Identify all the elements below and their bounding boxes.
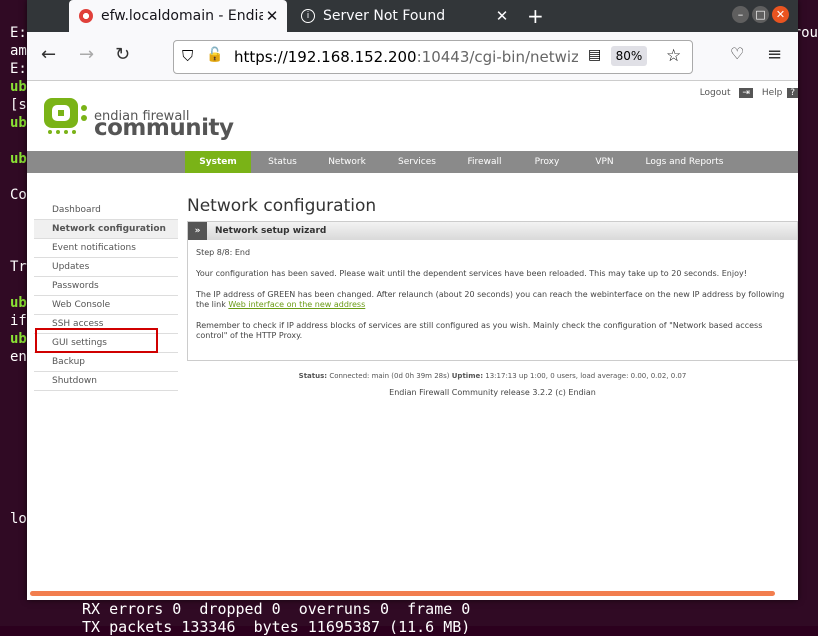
terminal-line: ub xyxy=(10,331,27,347)
sidebar-item-backup[interactable]: Backup xyxy=(34,353,178,372)
tab-endian[interactable]: efw.localdomain - Endian ✕ xyxy=(69,0,287,32)
new-address-link[interactable]: Web interface on the new address xyxy=(228,300,365,309)
terminal-line: TX packets 133346 bytes 11695387 (11.6 M… xyxy=(82,618,471,636)
sidebar: Dashboard Network configuration Event no… xyxy=(34,201,178,391)
menu-logs-and-reports[interactable]: Logs and Reports xyxy=(637,151,732,173)
status-line: Status: Connected: main (0d 0h 39m 28s) … xyxy=(298,372,687,380)
sidebar-item-shutdown[interactable]: Shutdown xyxy=(34,372,178,391)
terminal-line: E: xyxy=(10,61,27,77)
maximize-icon[interactable]: □ xyxy=(752,6,769,23)
sidebar-item-web-console[interactable]: Web Console xyxy=(34,296,178,315)
new-tab-icon[interactable]: + xyxy=(527,4,544,28)
pocket-icon[interactable]: ♡ xyxy=(730,44,744,63)
logout-icon[interactable]: ⇥ xyxy=(739,88,753,98)
tab-title: efw.localdomain - Endian xyxy=(101,8,263,24)
page-title: Network configuration xyxy=(187,196,377,216)
terminal-line: Tr xyxy=(10,259,27,275)
top-links: Logout ⇥ Help ? xyxy=(694,88,798,98)
web-page: endian firewall community Logout ⇥ Help … xyxy=(27,81,798,600)
main-content: Network configuration » Network setup wiz… xyxy=(187,196,798,397)
logo-text-line2: community xyxy=(94,115,234,141)
release-info: Endian Firewall Community release 3.2.2 … xyxy=(389,388,596,397)
sidebar-item-event-notifications[interactable]: Event notifications xyxy=(34,239,178,258)
minimize-icon[interactable]: – xyxy=(732,6,749,23)
terminal-line: am xyxy=(10,43,27,59)
menu-system[interactable]: System xyxy=(185,151,251,173)
sidebar-item-network-configuration[interactable]: Network configuration xyxy=(34,220,178,239)
menu-services[interactable]: Services xyxy=(387,151,447,173)
help-link[interactable]: Help xyxy=(762,88,783,98)
horizontal-scrollbar[interactable] xyxy=(30,591,775,596)
terminal-line: ub xyxy=(10,79,27,95)
reload-icon[interactable]: ↻ xyxy=(115,44,130,65)
double-chevron-right-icon: » xyxy=(188,222,207,240)
terminal-line: en xyxy=(10,349,27,365)
menu-proxy[interactable]: Proxy xyxy=(522,151,572,173)
url-path: :10443/cgi-bin/netwizard xyxy=(416,48,578,66)
zoom-level[interactable]: 80% xyxy=(611,46,647,66)
sidebar-item-dashboard[interactable]: Dashboard xyxy=(34,201,178,220)
browser-window: efw.localdomain - Endian ✕ i Server Not … xyxy=(27,0,798,600)
url-text[interactable]: https://192.168.152.200:10443/cgi-bin/ne… xyxy=(234,48,578,66)
url-bar[interactable]: ⛉ 🔓 https://192.168.152.200:10443/cgi-bi… xyxy=(173,40,693,74)
menu-firewall[interactable]: Firewall xyxy=(457,151,512,173)
back-icon[interactable]: ← xyxy=(41,44,56,65)
terminal-line: ub xyxy=(10,151,27,167)
wizard-header: » Network setup wizard xyxy=(188,222,797,240)
shield-icon[interactable]: ⛉ xyxy=(182,47,193,65)
menu-vpn[interactable]: VPN xyxy=(582,151,627,173)
terminal-line: ub xyxy=(10,115,27,131)
wizard-message-ip: The IP address of GREEN has been changed… xyxy=(196,290,785,309)
wizard-title: Network setup wizard xyxy=(215,226,327,236)
tab-bar: efw.localdomain - Endian ✕ i Server Not … xyxy=(27,0,798,32)
wizard-panel: » Network setup wizard Step 8/8: End Your… xyxy=(187,221,798,361)
terminal-line: if xyxy=(10,313,27,329)
bookmark-star-icon[interactable]: ☆ xyxy=(666,46,681,66)
help-icon[interactable]: ? xyxy=(787,88,798,98)
sidebar-item-updates[interactable]: Updates xyxy=(34,258,178,277)
reader-view-icon[interactable]: ▤ xyxy=(588,47,601,63)
terminal-line: [s xyxy=(10,97,27,113)
menu-status[interactable]: Status xyxy=(255,151,310,173)
lock-warning-icon[interactable]: 🔓 xyxy=(206,47,223,63)
gui-settings-highlight-box xyxy=(35,328,158,353)
nav-bar: ← → ↻ ⛉ 🔓 https://192.168.152.200:10443/… xyxy=(27,32,798,81)
menu-network[interactable]: Network xyxy=(317,151,377,173)
forward-icon[interactable]: → xyxy=(79,44,94,65)
close-window-icon[interactable]: ✕ xyxy=(772,6,789,23)
close-tab-icon[interactable]: ✕ xyxy=(493,7,511,25)
tab-title: Server Not Found xyxy=(323,8,446,24)
terminal-line: Co xyxy=(10,187,27,203)
sidebar-item-passwords[interactable]: Passwords xyxy=(34,277,178,296)
wizard-step: Step 8/8: End xyxy=(196,248,251,257)
endian-logo-icon xyxy=(44,98,87,134)
tab-server-not-found[interactable]: i Server Not Found ✕ xyxy=(291,0,517,32)
close-tab-icon[interactable]: ✕ xyxy=(263,7,281,25)
wizard-message-remember: Remember to check if IP address blocks o… xyxy=(196,321,763,340)
menu-icon[interactable]: ≡ xyxy=(767,44,782,65)
terminal-line: lo xyxy=(10,511,27,527)
terminal-line: ub xyxy=(10,295,27,311)
url-host: https://192.168.152.200 xyxy=(234,48,417,66)
main-menu: System Status Network Services Firewall … xyxy=(27,151,798,173)
logout-link[interactable]: Logout xyxy=(700,88,731,98)
endian-favicon-icon xyxy=(79,9,93,23)
terminal-line: RX errors 0 dropped 0 overruns 0 frame 0 xyxy=(82,600,471,618)
terminal-line: E: xyxy=(10,25,27,41)
wizard-message-saved: Your configuration has been saved. Pleas… xyxy=(196,269,747,278)
wizard-body: Step 8/8: End Your configuration has bee… xyxy=(188,240,797,360)
info-icon: i xyxy=(301,9,315,23)
